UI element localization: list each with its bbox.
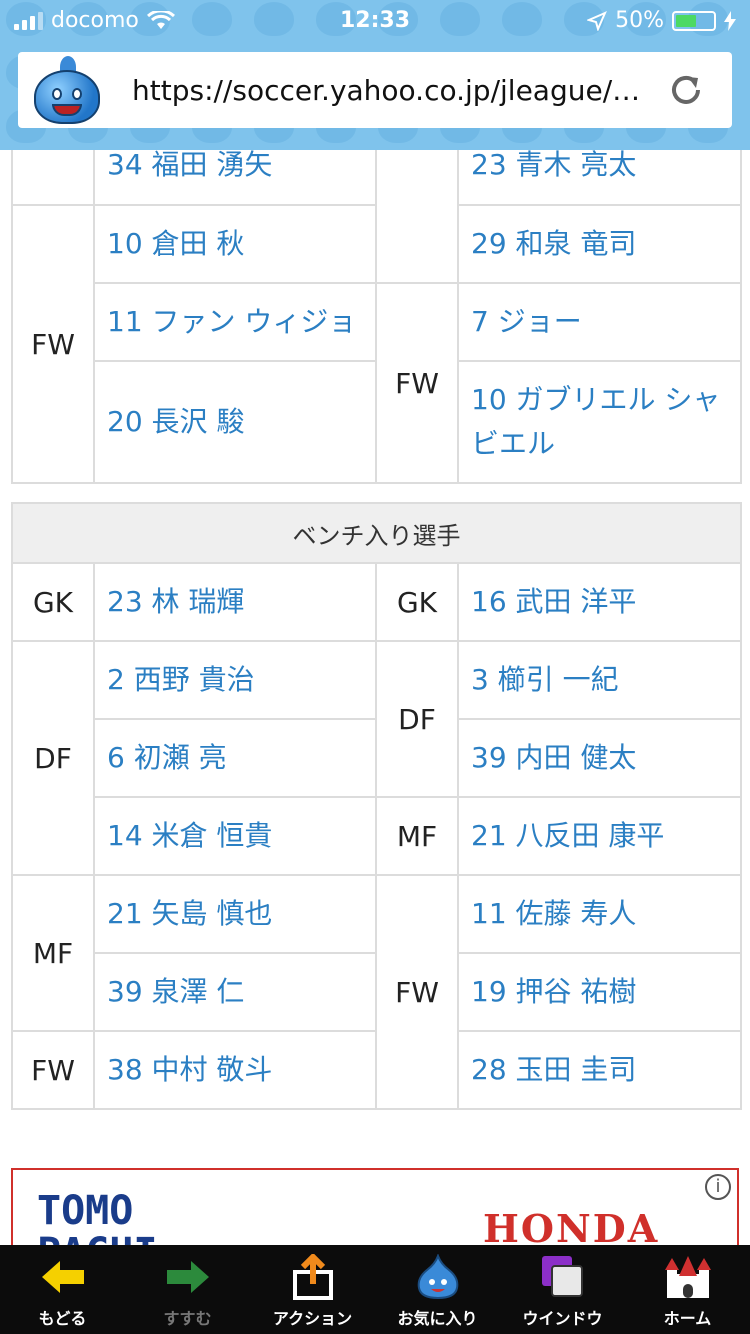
battery-icon <box>672 10 716 31</box>
battery-percent: 50% <box>615 8 664 33</box>
player-link[interactable]: 11 佐藤 寿人 <box>457 874 742 954</box>
window-label: ウインドウ <box>522 1309 603 1328</box>
back-button[interactable]: もどる <box>0 1245 125 1334</box>
player-link[interactable]: 6 初瀬 亮 <box>93 718 377 798</box>
home-button[interactable]: ホーム <box>625 1245 750 1334</box>
forward-button[interactable]: すすむ <box>125 1245 250 1334</box>
home-label: ホーム <box>663 1309 712 1328</box>
position-label: MF <box>11 874 95 1032</box>
reload-icon[interactable] <box>656 60 716 120</box>
starting-lineup-table: 34 福田 湧矢 23 青木 亮太 FW 10 倉田 秋 29 和泉 竜司 11… <box>11 150 742 484</box>
action-button[interactable]: アクション <box>250 1245 375 1334</box>
player-link[interactable]: 19 押谷 祐樹 <box>457 952 742 1032</box>
player-link[interactable]: 16 武田 洋平 <box>457 562 742 642</box>
share-icon <box>290 1253 336 1301</box>
player-link[interactable]: 21 矢島 慎也 <box>93 874 377 954</box>
position-label: GK <box>375 562 459 642</box>
browser-top-bar: docomo 12:33 50% https://soccer.yahoo.co… <box>0 0 750 150</box>
player-link[interactable]: 10 倉田 秋 <box>93 204 377 284</box>
page-content: 34 福田 湧矢 23 青木 亮太 FW 10 倉田 秋 29 和泉 竜司 11… <box>0 150 750 1245</box>
position-label: FW <box>375 874 459 1110</box>
player-link[interactable]: 38 中村 敬斗 <box>93 1030 377 1110</box>
player-link[interactable]: 29 和泉 竜司 <box>457 204 742 284</box>
position-label: FW <box>11 204 95 484</box>
player-link[interactable]: 14 米倉 恒貴 <box>93 796 377 876</box>
bench-title: ベンチ入り選手 <box>11 502 742 564</box>
player-link[interactable]: 11 ファン ウィジョ <box>93 282 377 362</box>
favorites-label: お気に入り <box>397 1309 478 1328</box>
player-link[interactable]: 20 長沢 駿 <box>93 360 377 484</box>
forward-label: すすむ <box>163 1309 212 1328</box>
player-link[interactable]: 23 林 瑞輝 <box>93 562 377 642</box>
player-link[interactable]: 39 内田 健太 <box>457 718 742 798</box>
bench-table: ベンチ入り選手 GK 23 林 瑞輝 GK 16 武田 洋平 DF 2 西野 貴… <box>11 502 742 1110</box>
charging-icon <box>724 10 736 31</box>
player-link[interactable]: 2 西野 貴治 <box>93 640 377 720</box>
position-label: DF <box>11 640 95 876</box>
slime-logo-icon[interactable] <box>30 56 104 124</box>
bottom-toolbar: もどる すすむ アクション お気に入り ウインドウ ホーム <box>0 1245 750 1334</box>
ad-info-icon[interactable]: i <box>705 1174 731 1200</box>
player-link[interactable]: 23 青木 亮太 <box>457 150 742 206</box>
position-label: FW <box>375 282 459 484</box>
advertisement-banner[interactable]: TOMO PACHI HONDA i <box>11 1168 739 1245</box>
url-text[interactable]: https://soccer.yahoo.co.jp/jleague/g... <box>132 74 656 107</box>
favorites-button[interactable]: お気に入り <box>375 1245 500 1334</box>
player-link[interactable]: 39 泉澤 仁 <box>93 952 377 1032</box>
action-label: アクション <box>272 1309 353 1328</box>
ad-brand-left: TOMO PACHI <box>37 1188 157 1245</box>
position-label: DF <box>375 640 459 798</box>
player-link[interactable]: 34 福田 湧矢 <box>93 150 377 206</box>
position-label: MF <box>375 796 459 876</box>
player-link[interactable]: 3 櫛引 一紀 <box>457 640 742 720</box>
status-bar: docomo 12:33 50% <box>0 0 750 44</box>
player-link[interactable]: 10 ガブリエル シャビエル <box>457 360 742 484</box>
ad-brand-right: HONDA <box>483 1206 660 1245</box>
url-bar[interactable]: https://soccer.yahoo.co.jp/jleague/g... <box>18 52 732 128</box>
player-link[interactable]: 21 八反田 康平 <box>457 796 742 876</box>
forward-arrow-icon <box>163 1253 213 1301</box>
position-label: GK <box>11 562 95 642</box>
back-label: もどる <box>38 1309 87 1328</box>
slime-favorite-icon <box>415 1253 461 1301</box>
back-arrow-icon <box>38 1253 88 1301</box>
player-link[interactable]: 28 玉田 圭司 <box>457 1030 742 1110</box>
player-link[interactable]: 7 ジョー <box>457 282 742 362</box>
location-arrow-icon <box>587 10 608 31</box>
position-label: FW <box>11 1030 95 1110</box>
window-button[interactable]: ウインドウ <box>500 1245 625 1334</box>
windows-icon <box>540 1253 586 1301</box>
castle-home-icon <box>663 1253 713 1301</box>
